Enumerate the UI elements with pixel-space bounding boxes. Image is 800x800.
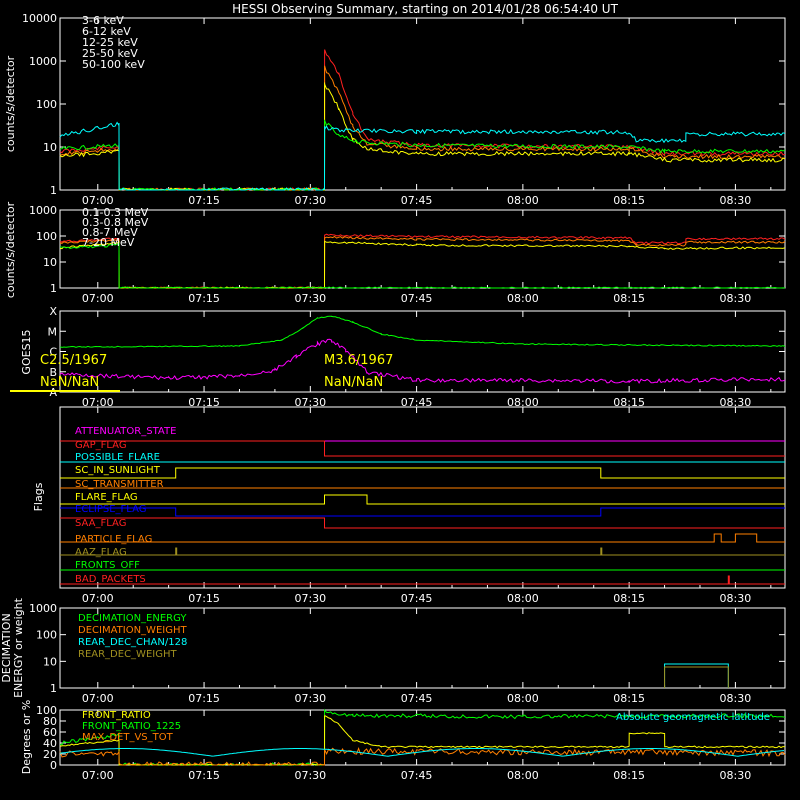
panel5-ylabel-line2: ENERGY or weight bbox=[12, 597, 25, 697]
panel2-xtick-label: 07:45 bbox=[401, 292, 433, 305]
panel5-xtick-label: 08:00 bbox=[507, 692, 539, 705]
panel4-flag-label-2: POSSIBLE_FLARE bbox=[75, 452, 160, 463]
panel6-annotation: Absolute geomagnetic latitude bbox=[616, 712, 770, 723]
panel4-flag-label-8: PARTICLE_FLAG bbox=[75, 534, 152, 545]
panel3-ylabel: GOES15 bbox=[20, 329, 33, 374]
panel6-xtick-label: 08:00 bbox=[507, 769, 539, 782]
panel5-xtick-label: 07:00 bbox=[82, 692, 114, 705]
panel3-annotation-3: NaN/NaN bbox=[324, 375, 383, 390]
panel1-ytick-label: 10000 bbox=[22, 12, 57, 25]
panel6-xtick-label: 07:15 bbox=[188, 769, 220, 782]
panel2-ytick-label: 1000 bbox=[29, 204, 57, 217]
panel5-legend-1: DECIMATION_WEIGHT bbox=[78, 625, 187, 636]
panel2-xtick-label: 08:30 bbox=[720, 292, 752, 305]
panel2-ytick-label: 100 bbox=[36, 230, 57, 243]
panel4-ylabel: Flags bbox=[32, 482, 45, 511]
panel4-flag-label-7: SAA_FLAG bbox=[75, 518, 126, 529]
panel3-annotation-1: NaN/NaN bbox=[40, 375, 99, 390]
panel1-xtick-label: 07:15 bbox=[188, 194, 220, 207]
panel1-xtick-label: 08:00 bbox=[507, 194, 539, 207]
panel3-annotation-2: M3.6/1967 bbox=[324, 353, 393, 368]
panel4-flag-label-5: FLARE_FLAG bbox=[75, 492, 138, 503]
panel1-ytick-label: 10 bbox=[43, 141, 57, 154]
panel5-legend-0: DECIMATION_ENERGY bbox=[78, 613, 187, 624]
panel3-ytick-label: M bbox=[48, 325, 58, 338]
panel4-flag-label-9: AAZ_FLAG bbox=[75, 547, 127, 558]
panel4-xtick-label: 08:30 bbox=[720, 592, 752, 605]
panel6-legend-1: FRONT_RATIO_1225 bbox=[82, 721, 181, 732]
panel5-xtick-label: 07:30 bbox=[294, 692, 326, 705]
chart-title: HESSI Observing Summary, starting on 201… bbox=[232, 2, 618, 16]
panel2-xtick-label: 08:15 bbox=[613, 292, 645, 305]
panel1-xtick-label: 07:45 bbox=[401, 194, 433, 207]
panel4-flag-label-11: BAD_PACKETS bbox=[75, 574, 146, 585]
panel4-xtick-label: 08:00 bbox=[507, 592, 539, 605]
panel1-xtick-label: 07:30 bbox=[294, 194, 326, 207]
panel4-xtick-label: 07:15 bbox=[188, 592, 220, 605]
panel2-legend-3: 7-20 MeV bbox=[82, 236, 135, 249]
panel2-ytick-label: 1 bbox=[50, 282, 57, 295]
panel6-legend-2: MAX_DET_VS_TOT bbox=[82, 732, 174, 743]
panel5-ytick-label: 1000 bbox=[29, 602, 57, 615]
panel5-xtick-label: 08:15 bbox=[613, 692, 645, 705]
panel4-xtick-label: 08:15 bbox=[613, 592, 645, 605]
panel1-legend-4: 50-100 keV bbox=[82, 58, 145, 71]
panel3-ytick-label: X bbox=[49, 305, 57, 318]
panel6-xtick-label: 07:30 bbox=[294, 769, 326, 782]
panel5-xtick-label: 07:15 bbox=[188, 692, 220, 705]
panel4-flag-label-1: GAP_FLAG bbox=[75, 440, 127, 451]
panel1-xtick-label: 08:30 bbox=[720, 194, 752, 207]
panel5-legend-3: REAR_DEC_WEIGHT bbox=[78, 649, 177, 660]
panel2-xtick-label: 07:15 bbox=[188, 292, 220, 305]
panel6-ylabel: Degrees or % bbox=[20, 700, 33, 774]
panel6-legend-0: FRONT_RATIO bbox=[82, 710, 151, 721]
panel5-ytick-label: 1 bbox=[50, 682, 57, 695]
panel5-ytick-label: 10 bbox=[43, 655, 57, 668]
panel6-xtick-label: 08:15 bbox=[613, 769, 645, 782]
panel2-ytick-label: 10 bbox=[43, 256, 57, 269]
panel5-legend-2: REAR_DEC_CHAN/128 bbox=[78, 637, 187, 648]
panel1-ylabel: counts/s/detector bbox=[4, 55, 17, 152]
panel4-xtick-label: 07:30 bbox=[294, 592, 326, 605]
panel4-flag-label-4: SC_TRANSMITTER bbox=[75, 479, 164, 490]
panel4-flag-label-10: FRONTS_OFF bbox=[75, 560, 140, 571]
panel2-xtick-label: 08:00 bbox=[507, 292, 539, 305]
panel4-flag-label-0: ATTENUATOR_STATE bbox=[75, 426, 176, 437]
panel6-xtick-label: 08:30 bbox=[720, 769, 752, 782]
panel4-xtick-label: 07:00 bbox=[82, 592, 114, 605]
panel4-flag-label-3: SC_IN_SUNLIGHT bbox=[75, 465, 161, 476]
panel6-xtick-label: 07:45 bbox=[401, 769, 433, 782]
panel1-ytick-label: 1 bbox=[50, 184, 57, 197]
panel5-ytick-label: 100 bbox=[36, 629, 57, 642]
panel4-xtick-label: 07:45 bbox=[401, 592, 433, 605]
panel5-xtick-label: 07:45 bbox=[401, 692, 433, 705]
panel2-ylabel: counts/s/detector bbox=[4, 201, 17, 298]
panel5-xtick-label: 08:30 bbox=[720, 692, 752, 705]
panel1-ytick-label: 100 bbox=[36, 98, 57, 111]
panel6-xtick-label: 07:00 bbox=[82, 769, 114, 782]
panel4-flag-label-6: ECLIPSE_FLAG bbox=[75, 504, 146, 515]
hessi-summary-chart: HESSI Observing Summary, starting on 201… bbox=[0, 0, 800, 800]
panel6-ytick-label: 0 bbox=[50, 759, 57, 772]
panel1-ytick-label: 1000 bbox=[29, 55, 57, 68]
panel2-xtick-label: 07:00 bbox=[82, 292, 114, 305]
panel2-xtick-label: 07:30 bbox=[294, 292, 326, 305]
panel3-annotation-0: C2.5/1967 bbox=[40, 353, 107, 368]
panel1-xtick-label: 08:15 bbox=[613, 194, 645, 207]
